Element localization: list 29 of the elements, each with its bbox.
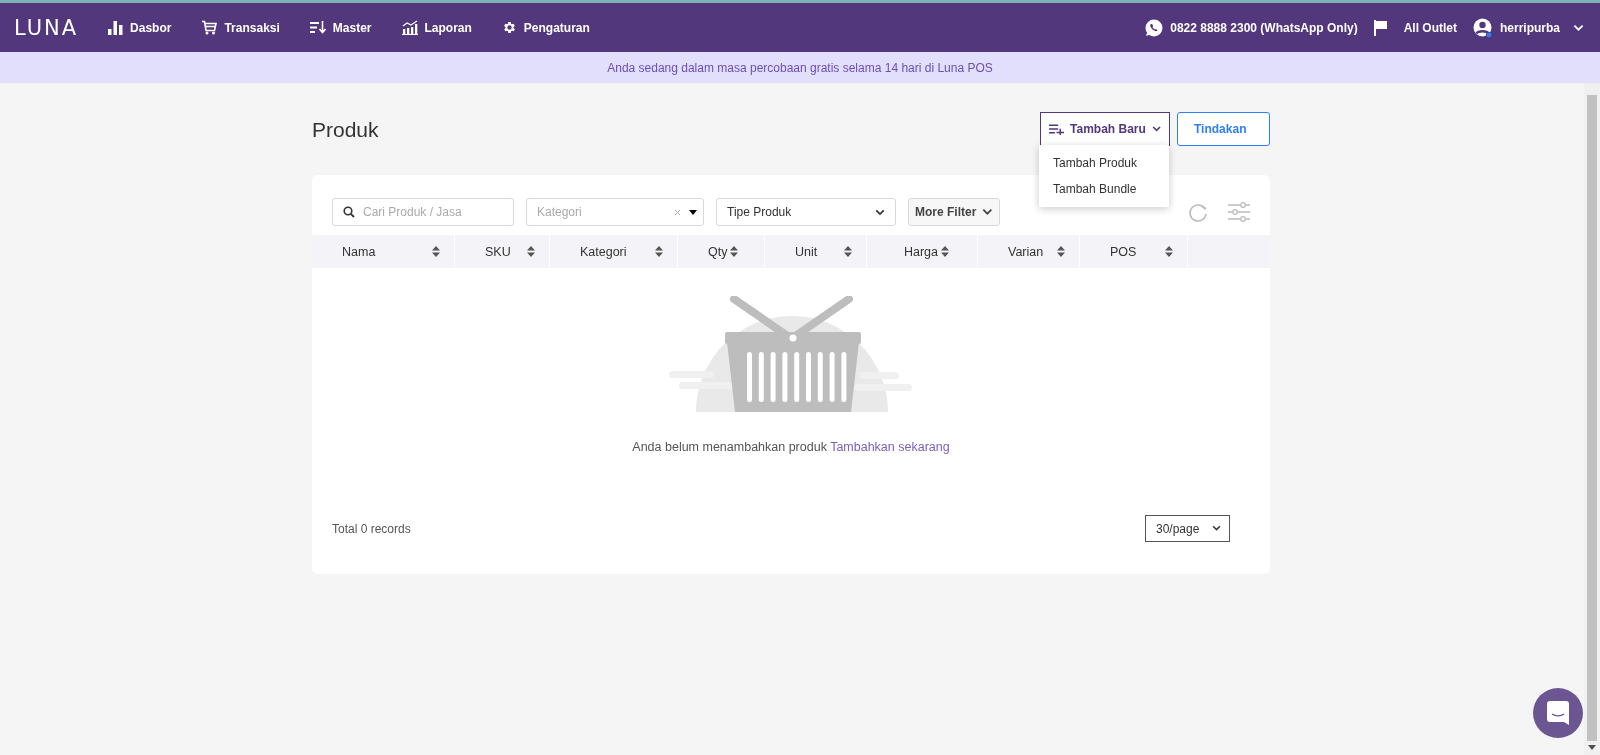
luna-logo[interactable]: LUNA	[14, 15, 79, 40]
column-header[interactable]: Qty	[708, 244, 728, 259]
column-header[interactable]: Harga	[897, 244, 938, 259]
nav-link[interactable]: Master	[309, 20, 372, 35]
trial-notice: Anda sedang dalam masa percobaan gratis selama 14 hari di Luna POS	[607, 60, 993, 75]
add-now-link[interactable]: Tambahkan sekarang	[830, 440, 950, 454]
empty-message: Anda belum menambahkan produk Tambahkan sekarang	[632, 440, 950, 454]
user-name[interactable]: herripurba	[1500, 20, 1560, 35]
total-records: Total 0 records	[332, 521, 411, 536]
nav-link[interactable]: Pengaturan	[501, 20, 590, 35]
column-header[interactable]: POS	[1110, 244, 1159, 259]
menu-item[interactable]: Tambah Produk	[1039, 150, 1169, 176]
column-header[interactable]: Nama	[342, 244, 426, 259]
menu-item[interactable]: Tambah Bundle	[1039, 176, 1169, 202]
product-type-select[interactable]: Tipe Produk	[716, 198, 896, 226]
column-header[interactable]: Unit	[795, 244, 838, 259]
page-size-select[interactable]: 30/page	[1145, 515, 1230, 542]
add-new-button[interactable]: Tambah Baru	[1040, 112, 1170, 146]
outlet-selector[interactable]: All Outlet	[1403, 20, 1457, 35]
page-title: Produk	[312, 117, 380, 142]
column-header[interactable]: Kategori	[580, 244, 649, 259]
column-header[interactable]: SKU	[485, 244, 521, 259]
nav-link[interactable]: Dasbor	[108, 20, 172, 35]
nav-link[interactable]: Transaksi	[201, 20, 280, 35]
actions-button[interactable]: Tindakan	[1177, 112, 1270, 146]
nav-link[interactable]: Laporan	[401, 20, 472, 35]
column-header[interactable]: Varian	[1008, 244, 1051, 259]
phone-number[interactable]: 0822 8888 2300 (WhatsApp Only)	[1170, 20, 1358, 35]
more-filter-button[interactable]: More Filter	[908, 198, 1000, 226]
